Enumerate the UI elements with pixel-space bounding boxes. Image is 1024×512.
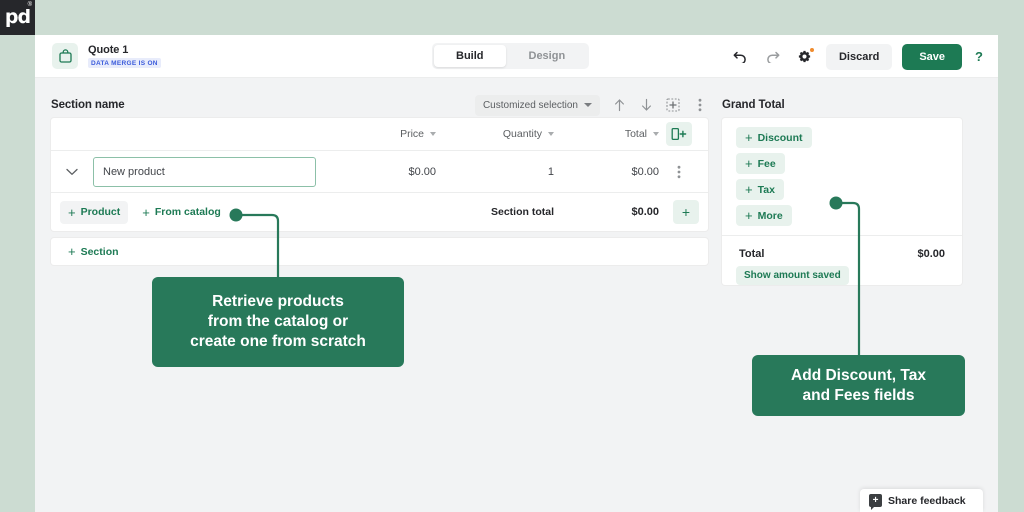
product-name-cell [93, 156, 328, 187]
kebab-menu-icon[interactable] [692, 97, 708, 113]
add-from-catalog-button[interactable]: + From catalog [134, 201, 229, 224]
plus-icon: + [745, 156, 753, 171]
column-label-total: Total [624, 128, 647, 140]
top-toolbar: Quote 1 DATA MERGE IS ON Build Design Di… [35, 35, 998, 78]
row-more-menu-icon[interactable] [659, 165, 699, 179]
grand-total-column: Grand Total + Discount + Fee + Tax + Mor… [722, 92, 962, 296]
add-more-label: More [757, 209, 783, 222]
callout-line: Add Discount, Tax [791, 366, 926, 384]
table-header-row: Price Quantity Total [51, 118, 708, 151]
add-more-button[interactable]: + More [736, 205, 792, 226]
section-column: Section name Customized selection Price … [51, 92, 708, 265]
add-tax-label: Tax [757, 183, 775, 196]
logo-trademark-icon: ® [27, 2, 32, 8]
add-section-button[interactable]: + Section [60, 240, 127, 263]
redo-icon[interactable] [762, 46, 784, 68]
tab-design[interactable]: Design [507, 45, 588, 67]
plus-icon: + [68, 204, 76, 220]
add-tax-button[interactable]: + Tax [736, 179, 784, 200]
logo-text: pd [4, 6, 31, 28]
undo-icon[interactable] [730, 46, 752, 68]
add-fee-button[interactable]: + Fee [736, 153, 785, 174]
add-row-button[interactable]: + [673, 200, 699, 224]
add-product-label: Product [80, 206, 121, 218]
section-total-label: Section total [490, 206, 554, 218]
help-button[interactable]: ? [972, 49, 986, 64]
share-feedback-label: Share feedback [888, 494, 966, 507]
screenshot-root: pd ® Quote 1 DATA MERGE IS ON Build Desi… [0, 0, 1024, 512]
chevron-down-icon [584, 103, 592, 107]
table-footer: + Product + From catalog Section total $… [51, 193, 708, 231]
grand-total-value: $0.00 [917, 248, 945, 260]
plus-icon: + [745, 130, 753, 145]
arrow-down-icon[interactable] [638, 97, 654, 113]
save-button[interactable]: Save [902, 43, 963, 70]
settings-notification-badge [808, 46, 815, 53]
app-window: Quote 1 DATA MERGE IS ON Build Design Di… [35, 35, 998, 512]
grand-total-title: Grand Total [722, 99, 785, 111]
column-header-actions [659, 122, 699, 146]
customized-selection-label: Customized selection [482, 99, 578, 111]
grand-total-row: Total $0.00 [722, 236, 962, 266]
grand-total-card: + Discount + Fee + Tax + More Total $0.0… [722, 118, 962, 285]
arrow-up-icon[interactable] [611, 97, 627, 113]
annotation-callout-catalog: Retrieve products from the catalog or cr… [152, 277, 404, 367]
feedback-bubble-icon: + [869, 494, 882, 510]
plus-icon: + [745, 182, 753, 197]
section-toolbar: Customized selection [474, 94, 708, 116]
column-header-total[interactable]: Total [554, 128, 659, 140]
column-label-quantity: Quantity [502, 128, 542, 140]
callout-line: create one from scratch [190, 332, 366, 350]
add-section-label: Section [80, 245, 119, 258]
pandadoc-logo: pd ® [0, 0, 35, 35]
section-total-value: $0.00 [631, 206, 659, 218]
add-section-icon[interactable] [665, 97, 681, 113]
toolbar-actions: Discard Save ? [730, 35, 986, 78]
plus-icon: + [142, 204, 150, 220]
column-header-price[interactable]: Price [328, 128, 436, 140]
share-feedback-button[interactable]: + Share feedback [860, 489, 983, 512]
grand-total-header: Grand Total [722, 92, 962, 118]
annotation-callout-fields: Add Discount, Tax and Fees fields [752, 355, 965, 416]
discard-button[interactable]: Discard [825, 43, 893, 70]
tab-build[interactable]: Build [434, 45, 506, 67]
plus-icon: + [745, 208, 753, 223]
cell-quantity[interactable]: 1 [436, 166, 554, 178]
add-from-catalog-label: From catalog [154, 206, 221, 218]
gear-icon[interactable] [794, 46, 816, 68]
products-table-card: Price Quantity Total New product $0.00 1… [51, 118, 708, 231]
grand-total-label: Total [739, 248, 765, 260]
data-merge-badge: DATA MERGE IS ON [88, 58, 161, 68]
product-name-input[interactable] [93, 156, 316, 187]
section-name-label: Section name [51, 99, 125, 111]
column-header-quantity[interactable]: Quantity [436, 128, 554, 140]
page-title: Quote 1 [88, 44, 129, 56]
add-section-card: + Section [51, 238, 708, 265]
document-identity: Quote 1 DATA MERGE IS ON [35, 43, 161, 69]
add-discount-button[interactable]: + Discount [736, 127, 812, 148]
editor-body: Section name Customized selection Price … [35, 78, 998, 296]
add-column-icon[interactable] [666, 122, 692, 146]
add-discount-label: Discount [757, 131, 803, 144]
customized-selection-dropdown[interactable]: Customized selection [474, 94, 600, 116]
show-amount-saved-button[interactable]: Show amount saved [736, 266, 849, 285]
mode-switcher: Build Design [432, 43, 590, 69]
grand-total-field-buttons: + Discount + Fee + Tax + More [722, 118, 962, 235]
section-header: Section name Customized selection [51, 92, 708, 118]
callout-line: from the catalog or [207, 313, 349, 331]
shopping-bag-icon [52, 43, 78, 69]
cell-price[interactable]: $0.00 [328, 166, 436, 178]
plus-icon: + [68, 244, 76, 259]
add-product-button[interactable]: + Product [60, 200, 129, 224]
callout-line: and Fees fields [802, 386, 915, 404]
column-label-price: Price [400, 128, 424, 140]
cell-total: $0.00 [631, 165, 659, 178]
add-fee-label: Fee [757, 157, 776, 170]
callout-line: Retrieve products [212, 293, 344, 311]
chevron-down-icon[interactable] [51, 168, 93, 176]
table-row: $0.00 1 $0.00 [51, 151, 708, 193]
